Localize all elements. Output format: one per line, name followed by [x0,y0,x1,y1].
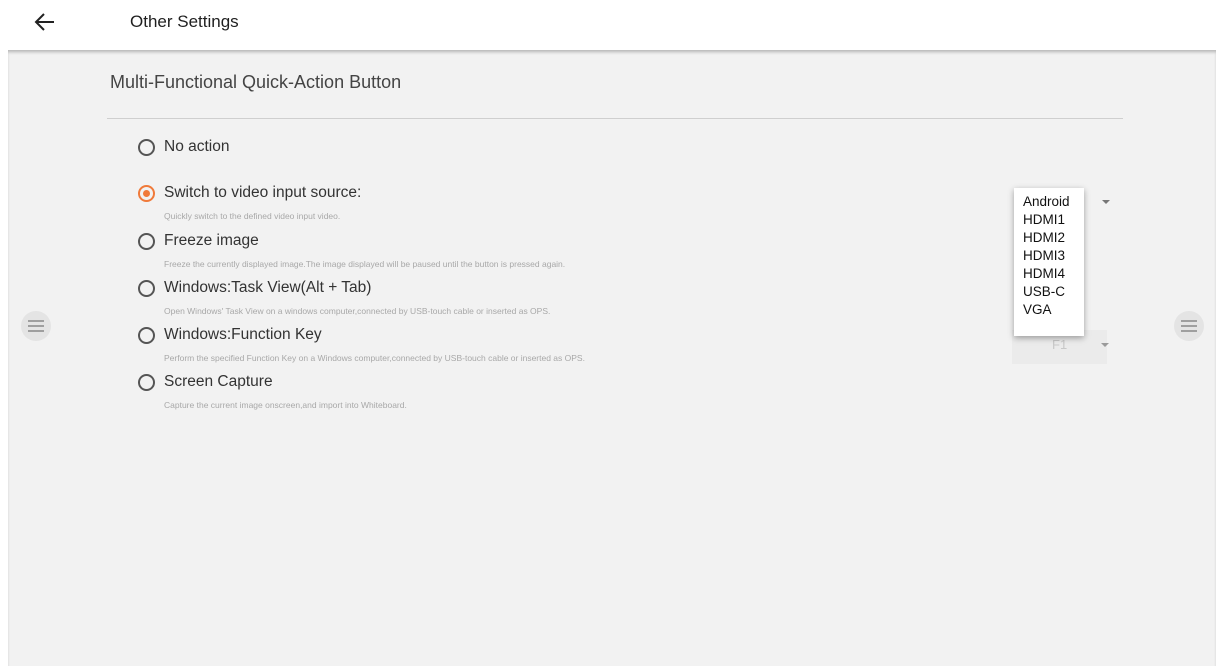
dropdown-item-hdmi1[interactable]: HDMI1 [1023,212,1065,227]
option-label: Windows:Task View(Alt + Tab) [164,279,372,296]
radio-task-view[interactable] [138,280,155,297]
radio-screen-capture[interactable] [138,374,155,391]
menu-icon [28,320,44,332]
option-label: No action [164,138,230,155]
option-description: Capture the current image onscreen,and i… [164,400,407,410]
option-description: Quickly switch to the defined video inpu… [164,211,341,221]
dropdown-item-android[interactable]: Android [1023,194,1070,209]
menu-icon [1181,320,1197,332]
top-bar: Other Settings [0,0,1216,46]
dropdown-item-hdmi3[interactable]: HDMI3 [1023,248,1065,263]
divider [107,118,1123,119]
radio-freeze-image[interactable] [138,233,155,250]
page-title: Other Settings [130,12,239,31]
option-description: Open Windows' Task View on a windows com… [164,306,551,316]
option-description: Perform the specified Function Key on a … [164,353,585,363]
option-label: Freeze image [164,232,259,249]
radio-function-key[interactable] [138,327,155,344]
left-menu-button[interactable] [21,311,51,341]
dropdown-item-vga[interactable]: VGA [1023,302,1052,317]
right-menu-button[interactable] [1174,311,1204,341]
arrow-left-icon [34,13,54,31]
chevron-down-icon [1101,343,1109,347]
dropdown-item-hdmi2[interactable]: HDMI2 [1023,230,1065,245]
option-label: Screen Capture [164,373,273,390]
radio-switch-input[interactable] [138,185,155,202]
function-key-value: F1 [1052,337,1068,352]
dropdown-item-usb-c[interactable]: USB-C [1023,284,1065,299]
section-title: Multi-Functional Quick-Action Button [110,72,402,92]
back-button[interactable] [30,7,60,37]
chevron-down-icon[interactable] [1102,200,1110,204]
radio-no-action[interactable] [138,139,155,156]
dropdown-item-hdmi4[interactable]: HDMI4 [1023,266,1065,281]
option-label: Windows:Function Key [164,326,322,343]
source-dropdown-menu: Android HDMI1 HDMI2 HDMI3 HDMI4 USB-C VG… [1014,188,1084,336]
option-description: Freeze the currently displayed image.The… [164,259,566,269]
option-label: Switch to video input source: [164,184,362,201]
